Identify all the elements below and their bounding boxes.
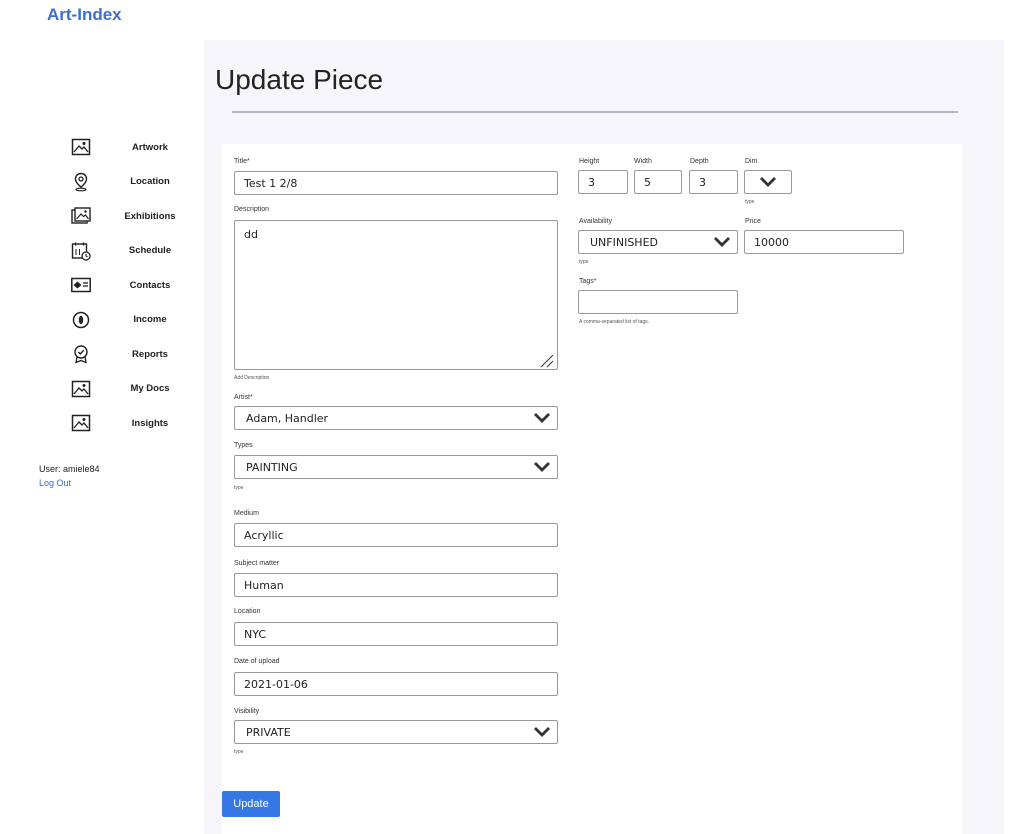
visibility-hint: type bbox=[234, 749, 244, 755]
artist-select[interactable]: Adam, Handler bbox=[234, 406, 558, 430]
sidebar-item-label: Schedule bbox=[128, 245, 172, 257]
types-label: Types bbox=[234, 442, 253, 449]
gallery-icon bbox=[70, 205, 92, 227]
width-label: Width bbox=[634, 158, 652, 165]
dim-label: Dim bbox=[745, 158, 758, 165]
sidebar-item-reports[interactable]: Reports bbox=[70, 337, 200, 372]
sidebar-item-income[interactable]: Income bbox=[70, 303, 200, 338]
tags-label: Tags* bbox=[579, 278, 597, 285]
depth-input[interactable]: 3 bbox=[689, 170, 738, 194]
availability-select[interactable]: UNFINISHED bbox=[578, 230, 738, 254]
page-title: Update Piece bbox=[215, 64, 384, 95]
description-hint: Add Description bbox=[234, 375, 270, 381]
medium-label: Medium bbox=[234, 510, 259, 517]
artist-select-value: Adam, Handler bbox=[246, 411, 329, 425]
price-input[interactable]: 10000 bbox=[744, 230, 904, 254]
availability-hint: type bbox=[579, 259, 589, 265]
current-user: User: amiele84 bbox=[39, 464, 100, 474]
sidebar-item-schedule[interactable]: Schedule bbox=[70, 234, 200, 269]
sidebar-nav: Artwork Location Exhibitions Schedule Co… bbox=[70, 130, 200, 441]
availability-label: Availability bbox=[579, 218, 612, 225]
title-input[interactable]: Test 1 2/8 bbox=[234, 171, 558, 195]
update-button[interactable]: Update bbox=[222, 791, 280, 817]
subject-matter-input[interactable]: Human bbox=[234, 573, 558, 597]
visibility-select[interactable]: PRIVATE bbox=[234, 720, 558, 744]
picture-icon bbox=[70, 412, 92, 434]
location-pin-icon bbox=[70, 171, 92, 193]
types-hint: type bbox=[234, 485, 244, 491]
sidebar-item-artwork[interactable]: Artwork bbox=[70, 130, 200, 165]
types-select[interactable]: PAINTING bbox=[234, 455, 558, 479]
contact-card-icon bbox=[70, 274, 92, 296]
chevron-down-icon bbox=[533, 412, 551, 424]
sidebar-item-label: Income bbox=[133, 314, 167, 326]
sidebar-item-label: Contacts bbox=[129, 279, 171, 291]
sidebar-item-label: Artwork bbox=[132, 141, 168, 153]
date-of-upload-label: Date of upload bbox=[234, 658, 280, 665]
sidebar-item-my-docs[interactable]: My Docs bbox=[70, 372, 200, 407]
picture-icon bbox=[70, 136, 92, 158]
price-label: Price bbox=[745, 218, 761, 225]
sidebar-item-label: Reports bbox=[132, 348, 168, 360]
award-badge-icon bbox=[70, 343, 92, 365]
app-logo[interactable]: Art-Index bbox=[47, 5, 122, 25]
width-input[interactable]: 5 bbox=[634, 170, 682, 194]
chevron-down-icon bbox=[759, 176, 777, 188]
chevron-down-icon bbox=[713, 236, 731, 248]
sidebar-item-contacts[interactable]: Contacts bbox=[70, 268, 200, 303]
medium-input[interactable]: Acryllic bbox=[234, 523, 558, 547]
location-input[interactable]: NYC bbox=[234, 622, 558, 646]
date-of-upload-input[interactable]: 2021-01-06 bbox=[234, 672, 558, 696]
logout-link[interactable]: Log Out bbox=[39, 478, 71, 488]
height-label: Height bbox=[579, 158, 600, 165]
chevron-down-icon bbox=[533, 726, 551, 738]
main-content: Update Piece bbox=[204, 40, 1004, 834]
sidebar-item-insights[interactable]: Insights bbox=[70, 406, 200, 441]
height-input[interactable]: 3 bbox=[578, 170, 628, 194]
artist-label: Artist* bbox=[234, 394, 253, 401]
dim-hint: type bbox=[745, 199, 755, 205]
sidebar-item-label: Location bbox=[130, 176, 170, 188]
location-label: Location bbox=[234, 608, 261, 615]
visibility-select-value: PRIVATE bbox=[246, 725, 291, 739]
title-divider bbox=[232, 111, 958, 113]
tags-hint: A comma-separated list of tags. bbox=[579, 319, 650, 325]
types-select-value: PAINTING bbox=[246, 460, 298, 474]
availability-select-value: UNFINISHED bbox=[590, 235, 658, 249]
visibility-label: Visibility bbox=[234, 708, 260, 715]
sidebar-item-label: Insights bbox=[131, 417, 169, 429]
calendar-clock-icon bbox=[70, 240, 92, 262]
tags-input[interactable] bbox=[578, 290, 738, 314]
resize-grip-icon[interactable] bbox=[540, 354, 554, 368]
sidebar-item-label: My Docs bbox=[130, 383, 170, 395]
chevron-down-icon bbox=[533, 461, 551, 473]
coin-icon bbox=[70, 309, 92, 331]
sidebar-item-exhibitions[interactable]: Exhibitions bbox=[70, 199, 200, 234]
depth-label: Depth bbox=[690, 158, 709, 165]
sidebar-item-location[interactable]: Location bbox=[70, 165, 200, 200]
sidebar-item-label: Exhibitions bbox=[124, 210, 176, 222]
subject-matter-label: Subject matter bbox=[234, 560, 280, 567]
description-label: Description bbox=[234, 206, 270, 213]
description-textarea[interactable]: dd bbox=[234, 220, 558, 370]
picture-icon bbox=[70, 378, 92, 400]
dim-select[interactable] bbox=[744, 170, 792, 194]
title-label: Title* bbox=[234, 158, 250, 165]
